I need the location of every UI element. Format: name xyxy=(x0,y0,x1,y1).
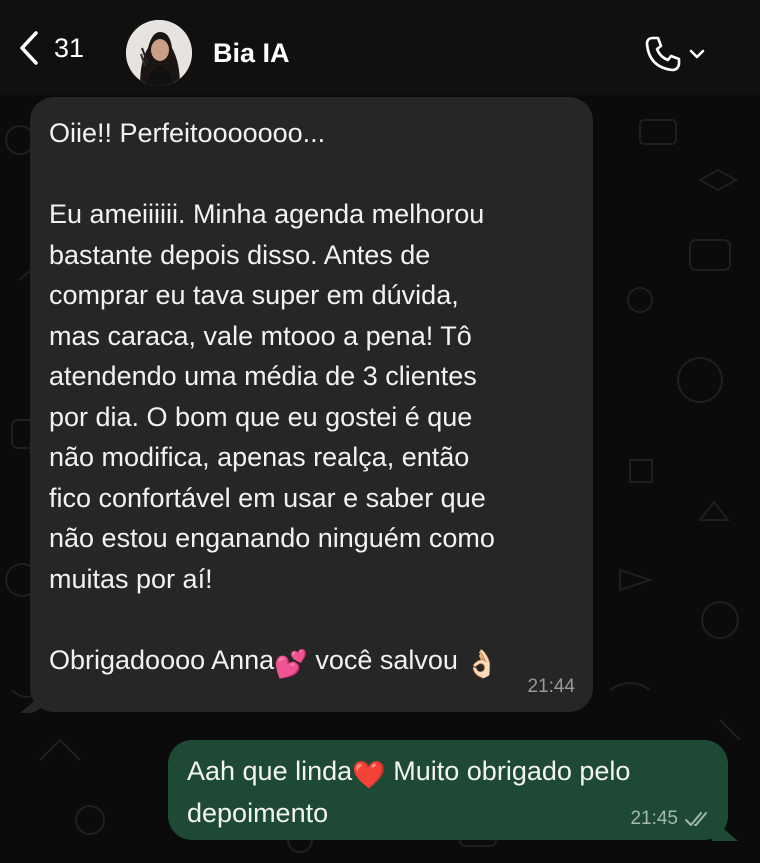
red-heart-emoji: ❤️ xyxy=(352,760,386,790)
message-meta: 21:45 xyxy=(630,808,712,830)
message-timestamp: 21:44 xyxy=(527,676,575,697)
closing-text-part-2: você salvou xyxy=(307,644,466,675)
closing-text-part-1: Obrigadoooo Anna xyxy=(49,644,275,675)
chevron-down-icon xyxy=(689,49,705,59)
message-spacer: ​ xyxy=(49,599,571,640)
message-list[interactable]: Oiie!! Perfeitooooooo... ​ Eu ameiiiiii.… xyxy=(0,95,760,863)
chat-header: 31 Bia IA xyxy=(0,0,760,95)
contact-name[interactable]: Bia IA xyxy=(213,38,290,69)
ok-hand-emoji: 👌🏻 xyxy=(465,648,500,679)
phone-icon xyxy=(645,36,681,72)
message-paragraph: Eu ameiiiiii. Minha agenda melhorou bast… xyxy=(49,199,495,594)
double-check-icon xyxy=(685,812,707,826)
two-hearts-emoji: 💕 xyxy=(274,648,308,679)
message-timestamp: 21:45 xyxy=(630,808,678,829)
outgoing-message-bubble[interactable]: Aah que linda❤️ Muito obrigado pelo depo… xyxy=(168,740,728,840)
message-spacer: ​ xyxy=(49,154,571,195)
incoming-message-bubble[interactable]: Oiie!! Perfeitooooooo... ​ Eu ameiiiiii.… xyxy=(30,97,593,712)
voice-call-button[interactable] xyxy=(643,34,705,74)
outgoing-text-part-1: Aah que linda xyxy=(187,756,353,786)
back-button[interactable]: 31 xyxy=(18,30,84,66)
message-paragraph: Oiie!! Perfeitooooooo... xyxy=(49,118,326,148)
chevron-left-icon xyxy=(20,31,38,65)
avatar[interactable] xyxy=(126,20,192,86)
profile-photo xyxy=(126,20,192,86)
unread-count: 31 xyxy=(54,32,85,63)
message-closing-line: Obrigadoooo Anna💕 você salvou 👌🏻 xyxy=(49,640,571,685)
